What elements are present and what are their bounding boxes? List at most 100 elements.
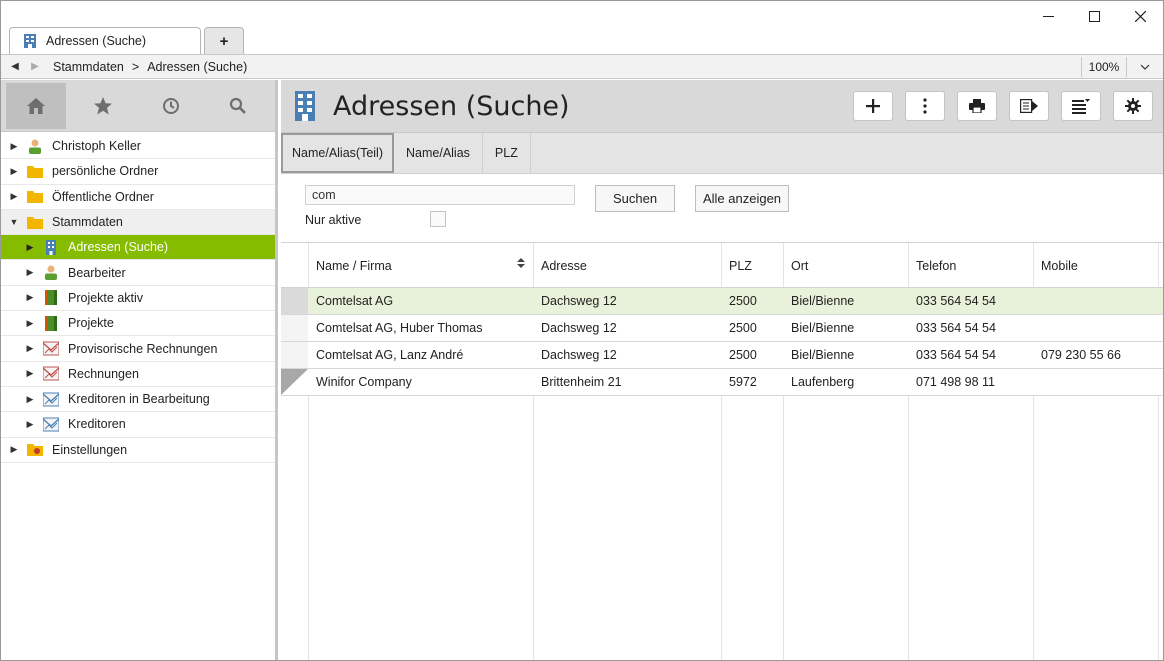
tree-item-kreditoren-in-bearbeitung[interactable]: ▶ Kreditoren in Bearbeitung (1, 387, 275, 413)
tree-item-stammdaten[interactable]: ▼ Stammdaten (1, 209, 275, 236)
invoice-icon (43, 341, 59, 356)
history-button[interactable] (141, 83, 201, 129)
tree-item-provisorische-rechnungen[interactable]: ▶ Provisorische Rechnungen (1, 336, 275, 362)
folder-icon (27, 165, 43, 178)
maximize-icon (1088, 10, 1100, 22)
column-header-adresse[interactable]: Adresse (533, 243, 721, 288)
breadcrumb-item-adressen[interactable]: Adressen (Suche) (147, 60, 247, 74)
expand-arrow-icon[interactable]: ▶ (25, 368, 35, 379)
forward-arrow-icon[interactable]: ▶ (27, 61, 43, 72)
back-arrow-icon[interactable]: ◀ (7, 61, 23, 72)
export-icon (1020, 99, 1038, 113)
cell-adresse: Dachsweg 12 (541, 294, 617, 308)
cell-telefon: 033 564 54 54 (916, 321, 996, 335)
column-header-telefon[interactable]: Telefon (908, 243, 1033, 288)
tree-item-kreditoren[interactable]: ▶ Kreditoren (1, 412, 275, 438)
add-button[interactable] (853, 91, 893, 121)
expand-arrow-icon[interactable]: ▶ (25, 242, 35, 253)
person-icon (29, 139, 41, 154)
tree-item-label: Projekte aktiv (68, 290, 144, 305)
cell-ort: Biel/Bienne (791, 321, 855, 335)
tree-item-rechnungen[interactable]: ▶ Rechnungen (1, 362, 275, 387)
tree-item-label: Rechnungen (68, 366, 139, 381)
show-all-button[interactable]: Alle anzeigen (695, 185, 789, 212)
tree-item-oeffentliche-ordner[interactable]: ▶ Öffentliche Ordner (1, 185, 275, 210)
tree-item-adressen-suche[interactable]: ▶ Adressen (Suche) (1, 235, 275, 261)
only-active-checkbox[interactable] (430, 211, 446, 227)
tree-item-projekte-aktiv[interactable]: ▶ Projekte aktiv (1, 286, 275, 312)
table-row[interactable]: Comtelsat AG Dachsweg 12 2500 Biel/Bienn… (281, 288, 1163, 315)
tree-item-label: Öffentliche Ordner (52, 189, 154, 204)
minimize-button[interactable] (1025, 1, 1071, 31)
new-tab-button[interactable]: + (204, 27, 244, 54)
cell-telefon: 033 564 54 54 (916, 348, 996, 362)
home-button[interactable] (6, 82, 67, 129)
results-table: Name / Firma Adresse PLZ Ort Telefon Mob… (281, 242, 1163, 660)
maximize-button[interactable] (1071, 1, 1117, 31)
expand-arrow-icon[interactable]: ▶ (9, 141, 19, 152)
close-button[interactable] (1117, 1, 1163, 31)
breadcrumb: Stammdaten > Adressen (Suche) (53, 60, 247, 74)
column-header-name[interactable]: Name / Firma (308, 243, 533, 288)
cell-mobile: 079 230 55 66 (1041, 348, 1121, 362)
creditor-icon (43, 392, 59, 407)
tab-adressen-suche[interactable]: Adressen (Suche) (9, 27, 201, 54)
favorites-button[interactable] (73, 83, 133, 129)
tab-name-alias[interactable]: Name/Alias (394, 133, 483, 173)
star-icon (94, 96, 113, 114)
tab-plz[interactable]: PLZ (483, 133, 531, 173)
table-row[interactable]: Winifor Company Brittenheim 21 5972 Lauf… (281, 369, 1163, 396)
zoom-level[interactable]: 100% (1081, 57, 1127, 77)
tree-item-einstellungen[interactable]: ▶ Einstellungen (1, 438, 275, 463)
breadcrumb-item-stammdaten[interactable]: Stammdaten (53, 60, 124, 74)
tree-item-projekte[interactable]: ▶ Projekte (1, 311, 275, 337)
table-row[interactable]: Comtelsat AG, Lanz André Dachsweg 12 250… (281, 342, 1163, 369)
tree-item-label: Kreditoren (68, 417, 126, 432)
expand-arrow-icon[interactable]: ▶ (9, 444, 19, 455)
page-title: Adressen (Suche) (333, 90, 570, 122)
tab-name-alias-teil[interactable]: Name/Alias(Teil) (281, 133, 394, 173)
row-header[interactable] (281, 288, 308, 314)
search-input[interactable] (305, 185, 575, 205)
row-header[interactable] (281, 342, 308, 368)
sort-icon[interactable] (517, 258, 525, 269)
expand-arrow-icon[interactable]: ▶ (9, 191, 19, 202)
cell-plz: 2500 (729, 348, 757, 362)
expand-arrow-icon[interactable]: ▶ (25, 394, 35, 405)
cell-mobile (1033, 288, 1158, 314)
tree-item-label: Einstellungen (52, 442, 128, 457)
table-header: Name / Firma Adresse PLZ Ort Telefon Mob… (281, 243, 1163, 288)
expand-arrow-icon[interactable]: ▶ (25, 343, 35, 354)
search-button[interactable]: Suchen (595, 185, 675, 212)
column-header-plz[interactable]: PLZ (721, 243, 783, 288)
print-button[interactable] (957, 91, 997, 121)
more-button[interactable] (905, 91, 945, 121)
chevron-down-icon[interactable] (1133, 57, 1157, 77)
row-header[interactable] (281, 315, 308, 341)
expand-arrow-icon[interactable]: ▶ (25, 318, 35, 329)
title-bar: Adressen (Suche) + (1, 1, 1163, 54)
tree-item-persoenliche-ordner[interactable]: ▶ persönliche Ordner (1, 159, 275, 185)
expand-arrow-icon[interactable]: ▶ (25, 267, 35, 278)
list-filter-icon (1072, 99, 1090, 114)
row-header[interactable] (281, 369, 308, 395)
column-header-ort[interactable]: Ort (783, 243, 908, 288)
tree-item-christoph-keller[interactable]: ▶ Christoph Keller (1, 134, 275, 160)
expand-arrow-icon[interactable]: ▶ (25, 292, 35, 303)
clock-icon (162, 97, 179, 114)
search-button[interactable] (208, 83, 268, 129)
tree-item-bearbeiter[interactable]: ▶ Bearbeiter (1, 260, 275, 286)
collapse-arrow-icon[interactable]: ▼ (9, 217, 19, 227)
export-button[interactable] (1009, 91, 1049, 121)
tree-item-label: Stammdaten (52, 215, 123, 230)
column-header-mobile[interactable]: Mobile (1033, 243, 1158, 288)
cell-adresse: Brittenheim 21 (541, 375, 622, 389)
plus-icon (866, 99, 880, 113)
expand-arrow-icon[interactable]: ▶ (25, 419, 35, 430)
main-panel: Adressen (Suche) Name/Alias(Teil) Name/A… (281, 80, 1163, 660)
expand-arrow-icon[interactable]: ▶ (9, 166, 19, 177)
close-icon (1134, 10, 1146, 22)
table-row[interactable]: Comtelsat AG, Huber Thomas Dachsweg 12 2… (281, 315, 1163, 342)
list-options-button[interactable] (1061, 91, 1101, 121)
settings-button[interactable] (1113, 91, 1153, 121)
